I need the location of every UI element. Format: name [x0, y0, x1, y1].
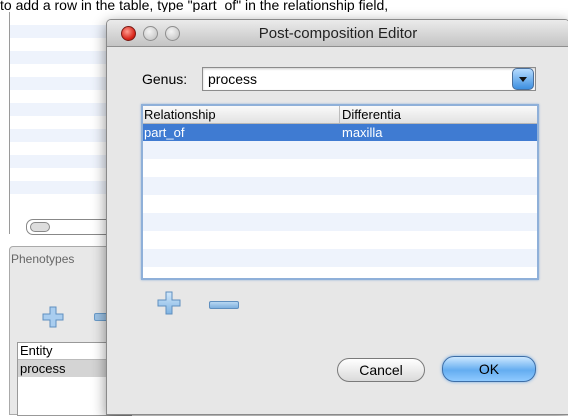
genus-value: process [208, 71, 258, 87]
horizontal-scrollbar[interactable] [26, 219, 118, 235]
scrollbar-thumb[interactable] [30, 222, 50, 232]
column-header-relationship[interactable]: Relationship [144, 107, 216, 122]
table-row[interactable]: part_of maxilla [143, 124, 537, 141]
post-composition-dialog: Post-composition Editor Genus: process R… [106, 19, 568, 415]
plus-icon[interactable] [156, 290, 182, 316]
genus-combobox[interactable]: process [202, 67, 536, 91]
empty-table-rows[interactable] [143, 141, 537, 278]
cancel-button[interactable]: Cancel [337, 358, 425, 382]
cell-differentia[interactable]: maxilla [342, 125, 382, 140]
column-header-differentia[interactable]: Differentia [342, 107, 401, 122]
minus-icon[interactable] [209, 301, 239, 309]
genus-label: Genus: [142, 71, 188, 87]
plus-icon[interactable] [41, 305, 65, 329]
column-divider [339, 106, 340, 123]
ok-button[interactable]: OK [442, 356, 536, 382]
phenotypes-title: Phenotypes [11, 252, 75, 266]
dialog-title: Post-composition Editor [258, 25, 418, 42]
chevron-down-icon[interactable] [512, 68, 534, 90]
relationship-table[interactable]: Relationship Differentia part_of maxilla [141, 104, 539, 280]
cell-relationship[interactable]: part_of [144, 125, 184, 140]
table-header: Relationship Differentia [143, 106, 537, 124]
title-bar[interactable]: Post-composition Editor [107, 20, 568, 47]
